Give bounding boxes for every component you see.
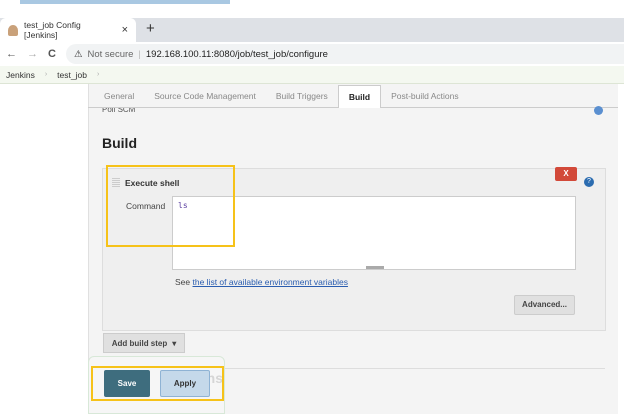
help-icon[interactable]: ? (584, 177, 594, 187)
help-icon[interactable] (594, 106, 603, 115)
breadcrumb-jenkins[interactable]: Jenkins (6, 70, 35, 80)
tab-general[interactable]: General (94, 85, 144, 107)
tab-build[interactable]: Build (337, 85, 382, 108)
back-icon[interactable]: ← (6, 48, 17, 60)
security-label[interactable]: Not secure (87, 49, 133, 60)
breadcrumb-separator[interactable]: › (97, 71, 99, 78)
env-vars-link[interactable]: the list of available environment variab… (193, 277, 348, 287)
warning-icon: ⚠ (73, 48, 83, 60)
reload-icon[interactable]: C (48, 48, 56, 60)
divider (225, 368, 605, 369)
close-tab-icon[interactable]: × (122, 24, 128, 36)
section-title: Build (102, 135, 137, 151)
add-build-step-button[interactable]: Add build step ▾ (103, 333, 185, 353)
url-input[interactable]: ⚠ Not secure | 192.168.100.11:8080/job/t… (65, 44, 624, 64)
tab-post-build-actions[interactable]: Post-build Actions (381, 85, 469, 107)
resize-handle[interactable] (366, 266, 384, 269)
hint-prefix: See (175, 277, 193, 287)
browser-tab[interactable]: test_job Config [Jenkins] × (0, 18, 136, 42)
env-vars-hint: See the list of available environment va… (175, 277, 348, 287)
highlight-box-step (106, 165, 235, 247)
config-tabs: General Source Code Management Build Tri… (88, 85, 618, 108)
breadcrumb-test-job[interactable]: test_job (57, 70, 87, 80)
tab-build-triggers[interactable]: Build Triggers (266, 85, 338, 107)
chevron-down-icon: ▾ (172, 338, 177, 348)
highlight-box-buttons (91, 366, 224, 401)
poll-scm-checkbox[interactable]: Poll SCM (102, 108, 135, 114)
jenkins-favicon-icon (8, 24, 18, 36)
advanced-button[interactable]: Advanced... (514, 295, 575, 315)
url-text: 192.168.100.11:8080/job/test_job/configu… (145, 48, 328, 60)
breadcrumb-separator: › (44, 71, 48, 78)
text-selection (20, 0, 230, 4)
forward-icon[interactable]: → (27, 48, 38, 60)
delete-step-button[interactable]: X (555, 167, 577, 181)
breadcrumb: Jenkins › test_job › (0, 66, 624, 84)
new-tab-button[interactable]: + (146, 20, 155, 37)
add-build-step-label: Add build step (111, 338, 168, 348)
tab-source-code-management[interactable]: Source Code Management (144, 85, 266, 107)
address-bar-row: ← → C ⚠ Not secure | 192.168.100.11:8080… (0, 42, 624, 66)
tab-title: test_job Config [Jenkins] (24, 20, 81, 40)
divider: | (138, 48, 141, 60)
